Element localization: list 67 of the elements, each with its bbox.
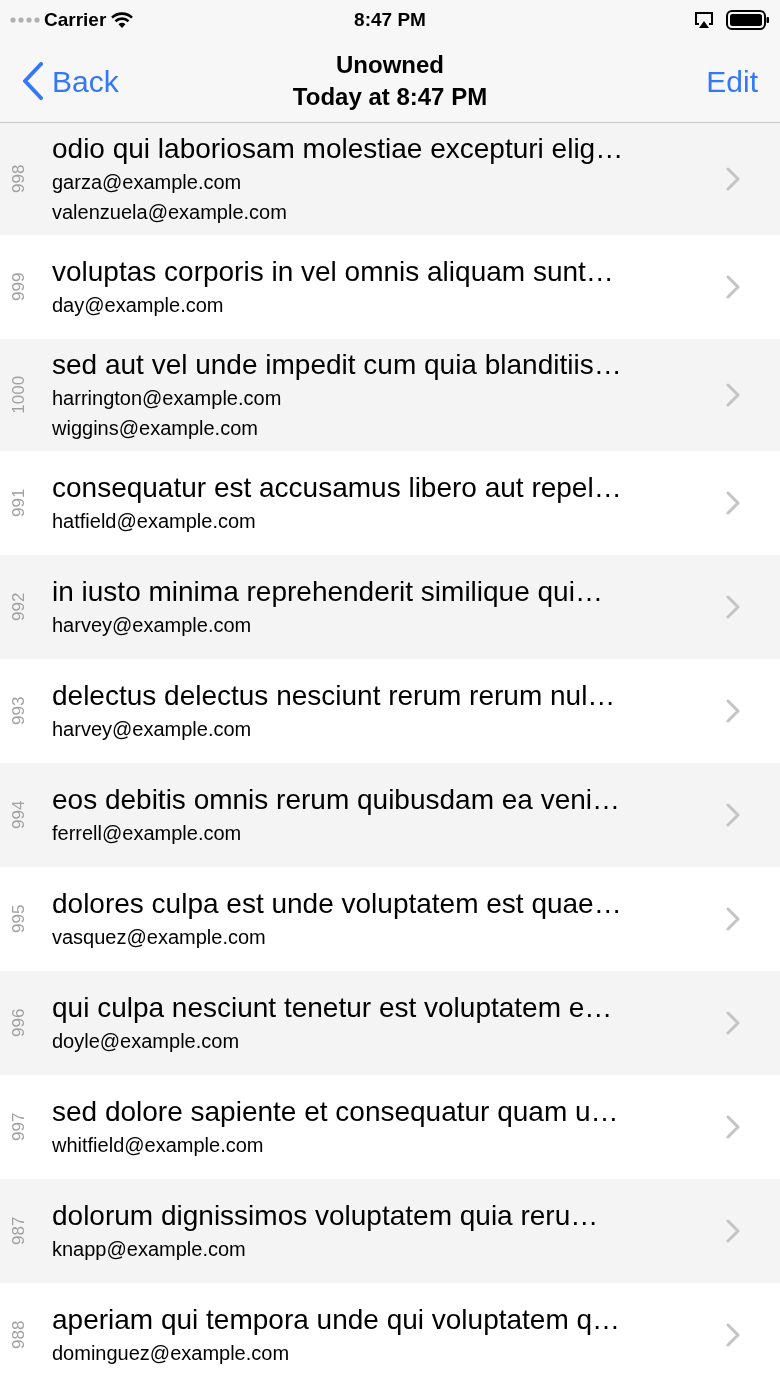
row-number: 999 <box>8 272 30 302</box>
chevron-icon <box>726 803 740 827</box>
row-number: 987 <box>8 1216 30 1246</box>
row-title: odio qui laboriosam molestiae excepturi elig… <box>52 132 625 166</box>
row-email: whitfield@example.com <box>52 1133 265 1158</box>
row-title: eos debitis omnis rerum quibusdam ea veni… <box>52 783 622 817</box>
row-number: 992 <box>8 592 30 622</box>
edit-button[interactable]: Edit <box>706 58 758 104</box>
airplay-icon <box>694 11 714 29</box>
row-email: hatfield@example.com <box>52 509 257 534</box>
chevron-icon <box>726 595 740 619</box>
signal-icon <box>10 17 40 23</box>
row-email: day@example.com <box>52 293 225 318</box>
row-email: valenzuela@example.com <box>52 200 288 225</box>
row-title: consequatur est accusamus libero aut repel… <box>52 471 623 505</box>
row-title: aperiam qui tempora unde qui voluptatem q… <box>52 1303 622 1337</box>
row-number: 993 <box>8 696 30 726</box>
row-title: sed aut vel unde impedit cum quia blanditiis… <box>52 348 623 382</box>
row-number: 991 <box>8 488 30 518</box>
row-email: harvey@example.com <box>52 613 253 638</box>
chevron-icon <box>726 167 740 191</box>
carrier-label: Carrier <box>44 7 107 32</box>
row-email: knapp@example.com <box>52 1237 247 1262</box>
nav-subtitle: Today at 8:47 PM <box>292 82 488 112</box>
nav-title: Unowned <box>336 50 444 80</box>
row-number: 995 <box>8 904 30 934</box>
list-row[interactable]: 987 dolorum dignissimos voluptatem quia reru… knapp@example.com <box>0 1179 780 1283</box>
row-email: harrington@example.com <box>52 386 283 411</box>
row-email: ferrell@example.com <box>52 821 243 846</box>
list-row[interactable]: 996 qui culpa nesciunt tenetur est voluptatem e… doyle@example.com <box>0 971 780 1075</box>
row-title: voluptas corporis in vel omnis aliquam sunt… <box>52 255 615 289</box>
row-title: delectus delectus nesciunt rerum rerum nul… <box>52 679 617 713</box>
row-number: 994 <box>8 800 30 830</box>
list-row[interactable]: 994 eos debitis omnis rerum quibusdam ea veni… ferrell@example.com <box>0 763 780 867</box>
chevron-icon <box>726 275 740 299</box>
row-number: 998 <box>8 164 30 194</box>
battery-icon <box>726 10 770 30</box>
row-email: vasquez@example.com <box>52 925 267 950</box>
chevron-icon <box>726 1219 740 1243</box>
wifi-icon <box>110 11 135 29</box>
list-row[interactable]: 998 odio qui laboriosam molestiae excepturi elig… garza@example.com valenzuela@example.com <box>0 123 780 235</box>
row-title: in iusto minima reprehenderit similique qui… <box>52 575 604 609</box>
row-email: wiggins@example.com <box>52 416 259 441</box>
chevron-icon <box>726 491 740 515</box>
status-time: 8:47 PM <box>354 7 426 32</box>
back-button[interactable]: Back <box>22 58 119 104</box>
chevron-icon <box>726 1011 740 1035</box>
chevron-icon <box>726 1115 740 1139</box>
row-email: harvey@example.com <box>52 717 253 742</box>
row-title: qui culpa nesciunt tenetur est voluptatem e… <box>52 991 614 1025</box>
chevron-icon <box>726 1323 740 1347</box>
list-row[interactable]: 1000 sed aut vel unde impedit cum quia blanditiis… harrington@example.com wiggins@example.com <box>0 339 780 451</box>
chevron-icon <box>726 699 740 723</box>
list-row[interactable]: 992 in iusto minima reprehenderit similique qui… harvey@example.com <box>0 555 780 659</box>
row-number: 1000 <box>8 376 30 414</box>
row-number: 996 <box>8 1008 30 1038</box>
back-chevron-icon <box>22 62 44 100</box>
chevron-icon <box>726 907 740 931</box>
row-number: 997 <box>8 1112 30 1142</box>
row-title: dolorum dignissimos voluptatem quia reru… <box>52 1199 600 1233</box>
row-title: sed dolore sapiente et consequatur quam u… <box>52 1095 620 1129</box>
row-title: dolores culpa est unde voluptatem est quae… <box>52 887 623 921</box>
row-number: 988 <box>8 1320 30 1350</box>
row-email: doyle@example.com <box>52 1029 241 1054</box>
row-email: dominguez@example.com <box>52 1341 291 1366</box>
row-email: garza@example.com <box>52 170 243 195</box>
chevron-icon <box>726 383 740 407</box>
